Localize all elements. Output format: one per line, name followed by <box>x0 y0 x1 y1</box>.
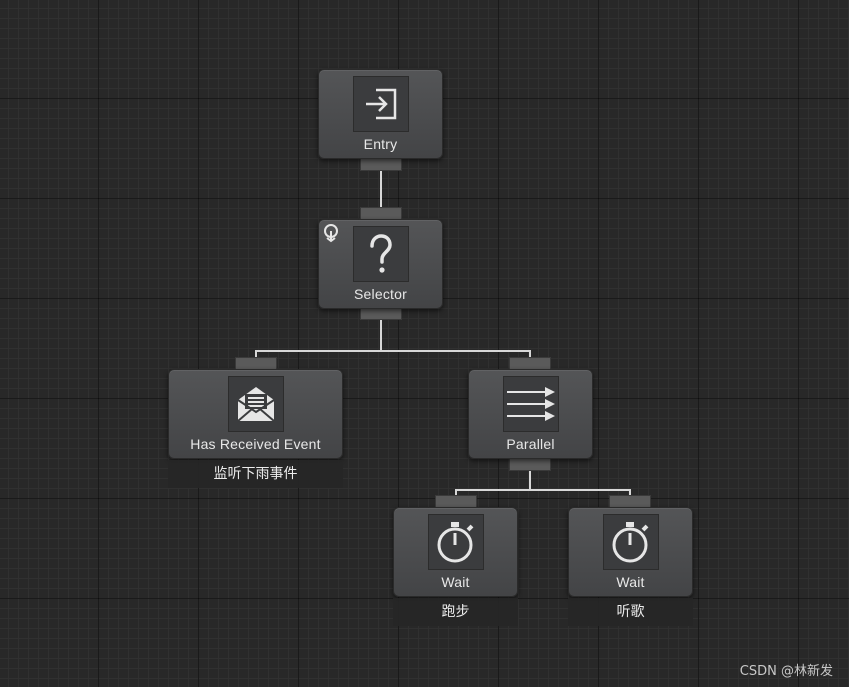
selector-label: Selector <box>354 286 407 302</box>
watermark: CSDN @林新发 <box>739 664 833 679</box>
envelope-icon <box>228 376 284 432</box>
selector-node[interactable]: Selector <box>318 219 443 309</box>
parallel-output-port[interactable] <box>509 457 551 471</box>
wait-music-label: Wait <box>616 574 645 590</box>
wait-run-node[interactable]: Wait <box>393 507 518 597</box>
connector-entry-selector <box>380 170 382 208</box>
entry-output-port[interactable] <box>360 157 402 171</box>
wait-run-comment: 跑步 <box>393 598 518 626</box>
has-received-event-node[interactable]: Has Received Event <box>168 369 343 459</box>
wait-music-comment: 听歌 <box>568 598 693 626</box>
entry-arrow-icon <box>353 76 409 132</box>
conditional-abort-icon <box>321 223 341 243</box>
behavior-tree-canvas[interactable]: Entry Selector Has Received Event 监听下雨事件… <box>0 0 849 687</box>
parallel-arrows-icon <box>503 376 559 432</box>
connector-parallel-trunk <box>529 470 531 490</box>
wait-music-node[interactable]: Wait <box>568 507 693 597</box>
connector-selector-branch <box>255 350 531 352</box>
has-received-event-comment: 监听下雨事件 <box>168 460 343 488</box>
parallel-node[interactable]: Parallel <box>468 369 593 459</box>
stopwatch-icon <box>603 514 659 570</box>
stopwatch-icon <box>428 514 484 570</box>
entry-node[interactable]: Entry <box>318 69 443 159</box>
question-mark-icon <box>353 226 409 282</box>
wait-run-label: Wait <box>441 574 470 590</box>
connector-parallel-branch <box>455 489 631 491</box>
connector-selector-trunk <box>380 320 382 351</box>
parallel-label: Parallel <box>506 436 555 452</box>
has-received-event-label: Has Received Event <box>190 436 321 452</box>
entry-label: Entry <box>363 136 398 152</box>
